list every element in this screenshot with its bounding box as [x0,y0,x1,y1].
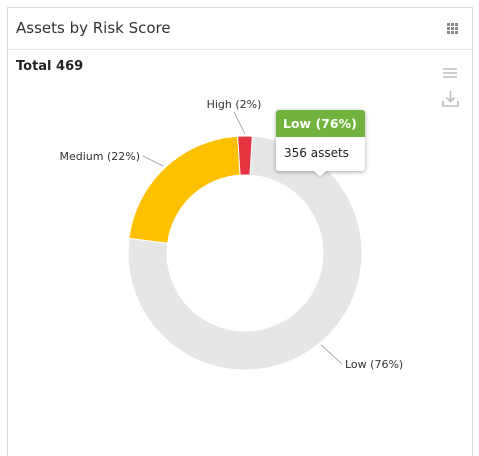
slice-medium[interactable] [128,135,241,244]
donut-chart: Low (76%) Medium (22%) High (2%) [59,98,403,371]
connector-low [320,344,343,365]
tooltip-body: 356 assets [284,146,349,160]
label-high: High (2%) [207,98,262,111]
chart-tooltip: Low (76%) 356 assets [276,110,365,177]
tooltip-header: Low (76%) [276,110,365,137]
label-low: Low (76%) [345,358,403,371]
tooltip-arrow [314,171,326,177]
connector-high [233,111,246,135]
slice-high[interactable] [237,135,253,176]
connector-medium [142,155,164,167]
label-medium: Medium (22%) [59,150,140,163]
